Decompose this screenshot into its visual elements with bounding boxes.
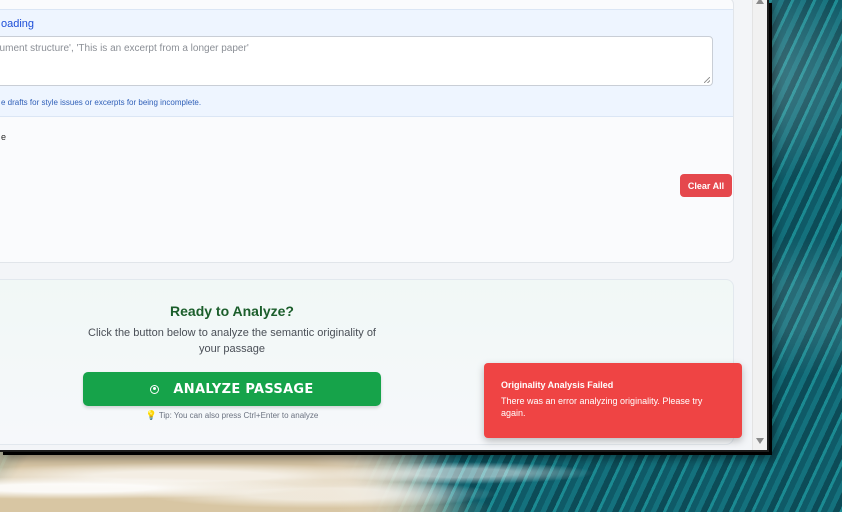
ready-title: Ready to Analyze? <box>170 303 294 319</box>
toast-message: There was an error analyzing originality… <box>501 396 703 418</box>
resize-grip-icon[interactable] <box>704 77 710 83</box>
analysis-options-card: oading gument structure', 'This is an ex… <box>0 0 734 263</box>
target-circle-icon <box>150 384 160 394</box>
vertical-scrollbar[interactable] <box>752 0 767 450</box>
scroll-up-arrow-icon[interactable] <box>756 0 764 4</box>
context-label: oading <box>1 18 35 30</box>
scroll-down-arrow-icon[interactable] <box>756 438 764 444</box>
analyze-button-label: ANALYZE PASSAGE <box>173 381 314 397</box>
clear-all-button[interactable]: Clear All <box>680 174 732 197</box>
shortcut-tip: 💡 Tip: You can also press Ctrl+Enter to a… <box>0 410 464 421</box>
toast-title: Originality Analysis Failed <box>501 380 614 390</box>
context-textarea[interactable]: gument structure', 'This is an excerpt f… <box>0 36 713 86</box>
tip-text: Tip: You can also press Ctrl+Enter to an… <box>158 411 319 420</box>
error-toast[interactable]: Originality Analysis Failed There was an… <box>484 363 742 438</box>
lightbulb-icon: 💡 <box>145 410 157 420</box>
ready-description: Click the button below to analyze the se… <box>88 327 376 355</box>
style-section-label: e <box>1 132 7 142</box>
analyze-passage-button[interactable]: ANALYZE PASSAGE <box>83 372 381 406</box>
context-section: oading gument structure', 'This is an ex… <box>0 9 733 117</box>
context-placeholder: gument structure', 'This is an excerpt f… <box>0 43 249 54</box>
desktop-wallpaper <box>0 452 842 512</box>
context-hint: e drafts for style issues or excerpts fo… <box>1 98 202 107</box>
